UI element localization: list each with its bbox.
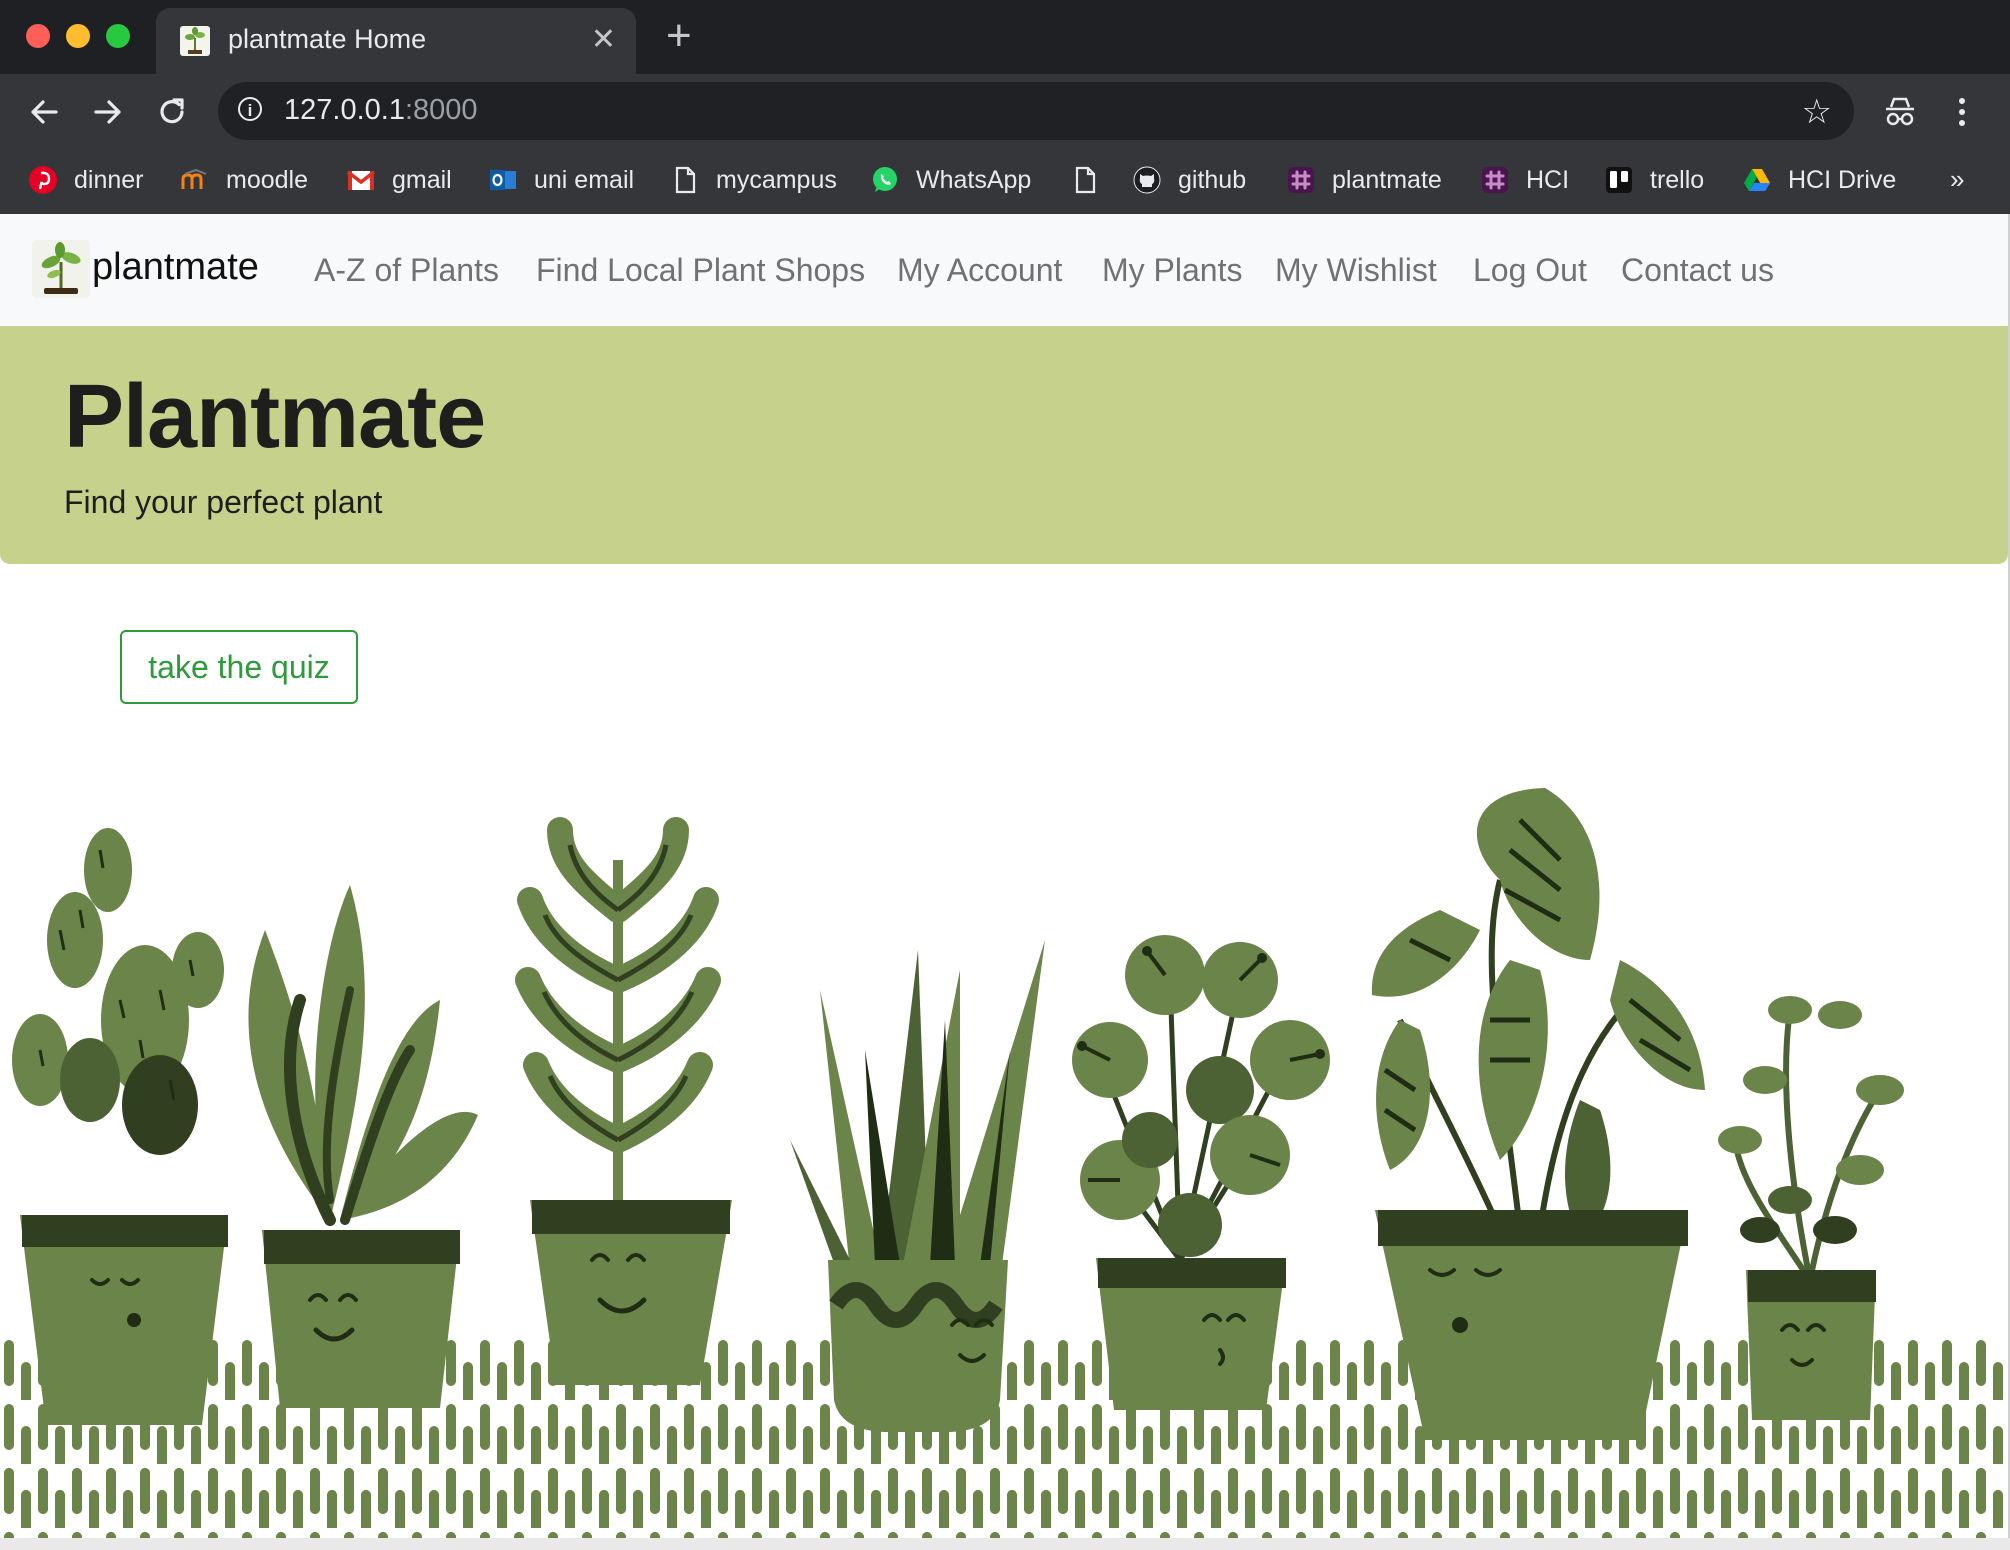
bookmark-moodle[interactable]: moodle [180,160,308,200]
take-quiz-button[interactable]: take the quiz [120,630,358,704]
back-arrow-icon[interactable] [26,94,62,130]
bookmark-mycampus[interactable]: mycampus [670,160,837,200]
page-icon [1075,166,1096,194]
bookmark-plantmate[interactable]: plantmate [1286,160,1442,200]
pilea-pot [1096,1258,1286,1410]
plantmate-favicon-icon [180,26,210,56]
hero-subtitle: Find your perfect plant [64,484,383,520]
reload-icon[interactable] [154,94,190,130]
nav-link-find-local-plant-shops[interactable]: Find Local Plant Shops [536,252,865,289]
hero-title: Plantmate [64,367,486,467]
gmail-icon [346,170,376,190]
browser-tab[interactable]: plantmate Home ✕ [156,8,636,74]
brand-link[interactable]: plantmate [92,246,259,289]
bookmark-uni-email[interactable]: uni email [488,160,634,200]
bookmark-hci[interactable]: HCI [1480,160,1569,200]
pilea-plant [1072,935,1330,1262]
forward-arrow-icon[interactable] [90,94,126,130]
caladium-plant [1371,788,1705,1240]
more-bookmarks-icon[interactable]: » [1950,164,1964,195]
slack-icon [1288,167,1314,193]
site-navbar: plantmate A-Z of Plants Find Local Plant… [0,214,2010,326]
nav-link-contact-us[interactable]: Contact us [1621,252,1774,289]
fern-plant [515,817,721,1215]
trello-icon [1606,167,1632,193]
pinterest-icon [29,166,57,194]
plantmate-logo-icon[interactable] [32,240,90,298]
caladium-pot [1375,1210,1688,1440]
nav-link-my-plants[interactable]: My Plants [1102,252,1242,289]
hero-jumbotron: Plantmate Find your perfect plant [0,326,2008,564]
succulent-pot [262,1230,460,1408]
succulent-plant [248,885,478,1226]
bookmark-trello[interactable]: trello [1604,160,1704,200]
page-icon [675,166,696,194]
outlook-icon [490,170,516,190]
drive-icon [1744,169,1770,191]
fern-pot [530,1200,732,1385]
github-icon [1133,166,1161,194]
tab-close-icon[interactable]: ✕ [591,22,616,57]
site-info-icon[interactable]: i [238,97,262,121]
herb-pot [1746,1270,1876,1420]
window-bottom-edge [0,1538,2010,1550]
address-bar[interactable]: i 127.0.0.1:8000 ☆ [218,82,1854,140]
cactus-plant [12,828,224,1155]
incognito-icon[interactable] [1880,92,1920,132]
bookmark-star-icon[interactable]: ☆ [1802,92,1832,132]
minimize-window-button[interactable] [66,24,90,48]
bookmarks-bar: dinner moodle gmail uni email mycampus W… [0,150,2010,214]
bookmark-github[interactable]: github [1132,160,1246,200]
nav-link-a-z-of-plants[interactable]: A-Z of Plants [314,252,499,289]
close-window-button[interactable] [26,24,50,48]
slack-icon [1482,167,1508,193]
kebab-menu-icon[interactable] [1952,92,1972,132]
bookmark-whatsapp[interactable]: WhatsApp [870,160,1031,200]
new-tab-button[interactable]: + [666,14,692,58]
bookmark-dinner[interactable]: dinner [28,160,144,200]
tab-title: plantmate Home [228,24,427,54]
bookmark-untitled[interactable] [1070,160,1116,200]
maximize-window-button[interactable] [106,24,130,48]
bookmark-hci-drive[interactable]: HCI Drive [1742,160,1896,200]
browser-toolbar: i 127.0.0.1:8000 ☆ [0,74,2010,150]
nav-link-log-out[interactable]: Log Out [1473,252,1587,289]
moodle-icon [181,168,207,189]
browser-titlebar: plantmate Home ✕ + [0,0,2010,74]
whatsapp-icon [873,167,897,192]
cactus-pot [20,1215,228,1425]
url-text: 127.0.0.1:8000 [284,94,478,126]
snake-plant [790,940,1045,1280]
foreground-grass [0,1450,2008,1538]
potted-plants-illustration [0,788,2008,1538]
nav-link-my-account[interactable]: My Account [897,252,1062,289]
nav-link-my-wishlist[interactable]: My Wishlist [1275,252,1437,289]
bookmark-gmail[interactable]: gmail [346,160,452,200]
herb-plant [1718,996,1904,1282]
snake-plant-pot [828,1260,1008,1432]
